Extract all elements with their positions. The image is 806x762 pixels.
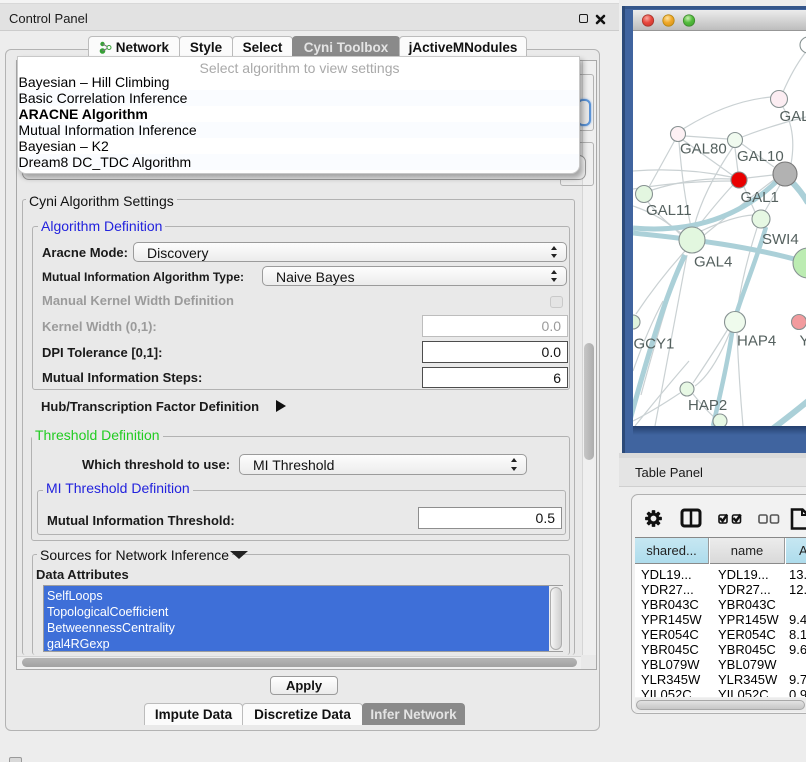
svg-text:GAL2: GAL2 [780,108,806,125]
svg-text:HAP2: HAP2 [688,397,727,414]
svg-text:GAL1: GAL1 [741,189,779,206]
svg-text:GAL4: GAL4 [694,254,732,271]
svg-text:SWI4: SWI4 [762,231,799,248]
svg-text:GCY1: GCY1 [634,336,675,353]
svg-text:GAL80: GAL80 [680,141,727,158]
svg-text:GAL11: GAL11 [646,202,692,219]
svg-text:GAL10: GAL10 [737,148,784,165]
svg-text:HAP4: HAP4 [737,333,776,350]
svg-text:Y: Y [800,333,806,350]
